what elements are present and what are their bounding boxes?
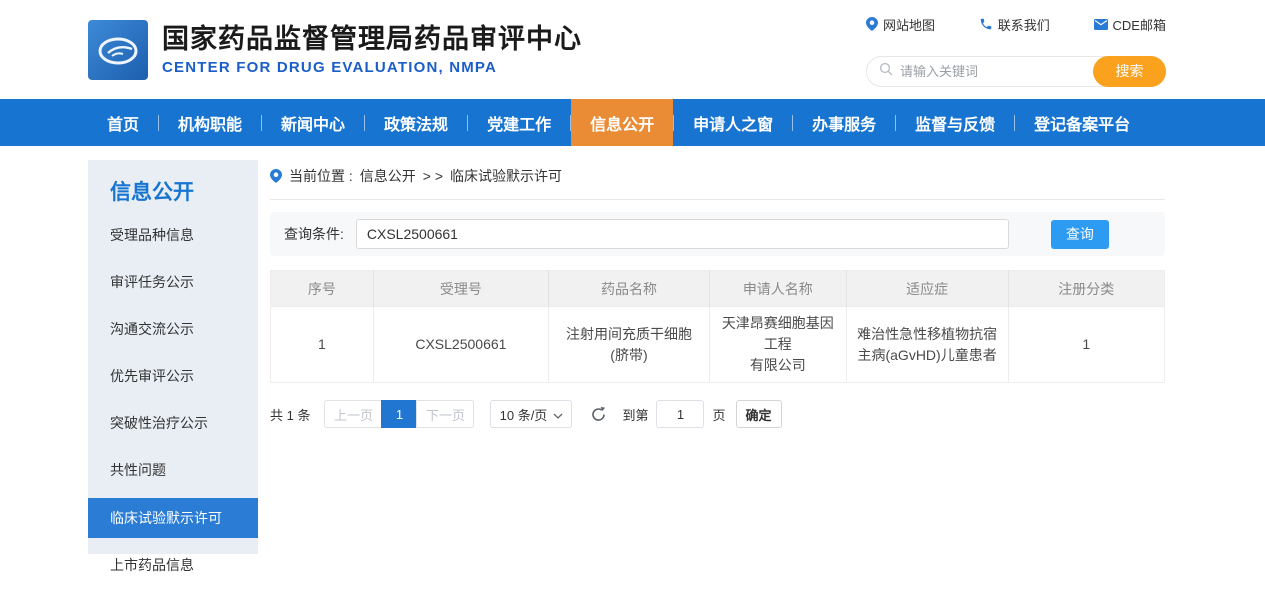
quick-links: 网站地图 联系我们 CDE邮箱 [866, 15, 1166, 34]
nav-item-registration-platform[interactable]: 登记备案平台 [1015, 99, 1149, 146]
pagination: 共 1 条 上一页 1 下一页 10 条/页 到第 页 确定 [270, 400, 1165, 428]
cell-index: 1 [271, 307, 374, 383]
breadcrumb-pin-icon [270, 169, 282, 183]
nav-item-services[interactable]: 办事服务 [793, 99, 895, 146]
sidebar-title: 信息公开 [88, 178, 258, 212]
search-icon [879, 62, 893, 81]
breadcrumb-separator: > > [423, 168, 443, 184]
results-table: 序号 受理号 药品名称 申请人名称 适应症 注册分类 1 CXSL2500661… [270, 270, 1165, 383]
goto-page-input[interactable] [656, 400, 704, 428]
mail-icon [1094, 19, 1108, 30]
nav-item-applicant-window[interactable]: 申请人之窗 [674, 99, 792, 146]
sidebar-item-marketed-drugs[interactable]: 上市药品信息 [88, 542, 258, 589]
nav-item-supervision-feedback[interactable]: 监督与反馈 [896, 99, 1014, 146]
prev-page-button[interactable]: 上一页 [324, 400, 382, 428]
quicklink-mail[interactable]: CDE邮箱 [1094, 15, 1166, 34]
query-button[interactable]: 查询 [1051, 220, 1109, 249]
table-header-row: 序号 受理号 药品名称 申请人名称 适应症 注册分类 [271, 271, 1165, 307]
main-content: 当前位置 : 信息公开 > > 临床试验默示许可 查询条件: 查询 序号 受理号… [270, 166, 1165, 428]
search-bar: 搜索 [866, 56, 1166, 87]
cell-applicant: 天津昂赛细胞基因工程 有限公司 [709, 307, 846, 383]
goto-page-unit: 页 [712, 405, 725, 424]
location-pin-icon [866, 17, 878, 31]
page-size-value: 10 条/页 [500, 405, 548, 424]
quicklink-sitemap[interactable]: 网站地图 [866, 15, 935, 34]
sidebar-item-clinical-trial-implied-license[interactable]: 临床试验默示许可 [88, 498, 258, 538]
breadcrumb: 当前位置 : 信息公开 > > 临床试验默示许可 [270, 166, 1165, 200]
sidebar: 信息公开 受理品种信息 审评任务公示 沟通交流公示 优先审评公示 突破性治疗公示… [88, 160, 258, 554]
goto-page-label: 到第 [622, 405, 648, 424]
page-size-select[interactable]: 10 条/页 [490, 400, 572, 428]
logo-area: 国家药品监督管理局药品审评中心 CENTER FOR DRUG EVALUATI… [88, 20, 582, 80]
page: 国家药品监督管理局药品审评中心 CENTER FOR DRUG EVALUATI… [0, 0, 1265, 554]
nav-item-home[interactable]: 首页 [88, 99, 158, 146]
refresh-icon[interactable] [588, 404, 608, 424]
breadcrumb-prefix: 当前位置 : [289, 166, 353, 186]
quicklink-contact[interactable]: 联系我们 [979, 15, 1050, 34]
sidebar-item-accepted-varieties[interactable]: 受理品种信息 [88, 212, 258, 259]
col-header-acceptance-no: 受理号 [373, 271, 548, 307]
col-header-indication: 适应症 [846, 271, 1008, 307]
sidebar-item-communication[interactable]: 沟通交流公示 [88, 306, 258, 353]
breadcrumb-current[interactable]: 临床试验默示许可 [450, 166, 562, 186]
nav-item-info-disclosure[interactable]: 信息公开 [571, 99, 673, 146]
pager-group: 上一页 1 下一页 [324, 400, 474, 428]
cell-registration-class: 1 [1008, 307, 1164, 383]
query-label: 查询条件: [284, 224, 344, 244]
confirm-button[interactable]: 确定 [736, 400, 782, 428]
quicklink-mail-label: CDE邮箱 [1113, 15, 1166, 34]
sidebar-item-common-issues[interactable]: 共性问题 [88, 447, 258, 494]
chevron-down-icon [553, 407, 563, 422]
site-header: 国家药品监督管理局药品审评中心 CENTER FOR DRUG EVALUATI… [0, 0, 1265, 99]
site-title: 国家药品监督管理局药品审评中心 [162, 23, 582, 55]
nav-item-functions[interactable]: 机构职能 [159, 99, 261, 146]
nav-item-policies[interactable]: 政策法规 [365, 99, 467, 146]
site-subtitle: CENTER FOR DRUG EVALUATION, NMPA [162, 59, 582, 76]
page-number-1[interactable]: 1 [381, 400, 417, 428]
cde-logo-icon[interactable] [88, 20, 148, 80]
cell-indication: 难治性急性移植物抗宿 主病(aGvHD)儿童患者 [846, 307, 1008, 383]
col-header-applicant: 申请人名称 [709, 271, 846, 307]
phone-icon [979, 17, 993, 31]
col-header-drug-name: 药品名称 [549, 271, 710, 307]
next-page-button[interactable]: 下一页 [416, 400, 474, 428]
sidebar-item-breakthrough-therapy[interactable]: 突破性治疗公示 [88, 400, 258, 447]
cell-acceptance-no: CXSL2500661 [373, 307, 548, 383]
col-header-registration-class: 注册分类 [1008, 271, 1164, 307]
quicklink-sitemap-label: 网站地图 [883, 15, 935, 34]
cell-drug-name: 注射用间充质干细胞 (脐带) [549, 307, 710, 383]
breadcrumb-link-info-disclosure[interactable]: 信息公开 [360, 166, 416, 186]
search-button[interactable]: 搜索 [1093, 56, 1166, 87]
main-nav: 首页 机构职能 新闻中心 政策法规 党建工作 信息公开 申请人之窗 办事服务 监… [0, 99, 1265, 146]
pagination-total: 共 1 条 [270, 405, 310, 424]
sidebar-item-review-tasks[interactable]: 审评任务公示 [88, 259, 258, 306]
sidebar-item-priority-review[interactable]: 优先审评公示 [88, 353, 258, 400]
query-bar: 查询条件: 查询 [270, 212, 1165, 256]
nav-item-party-building[interactable]: 党建工作 [468, 99, 570, 146]
quicklink-contact-label: 联系我们 [998, 15, 1050, 34]
query-input[interactable] [356, 219, 1009, 249]
nav-item-news[interactable]: 新闻中心 [262, 99, 364, 146]
col-header-index: 序号 [271, 271, 374, 307]
table-row: 1 CXSL2500661 注射用间充质干细胞 (脐带) 天津昂赛细胞基因工程 … [271, 307, 1165, 383]
